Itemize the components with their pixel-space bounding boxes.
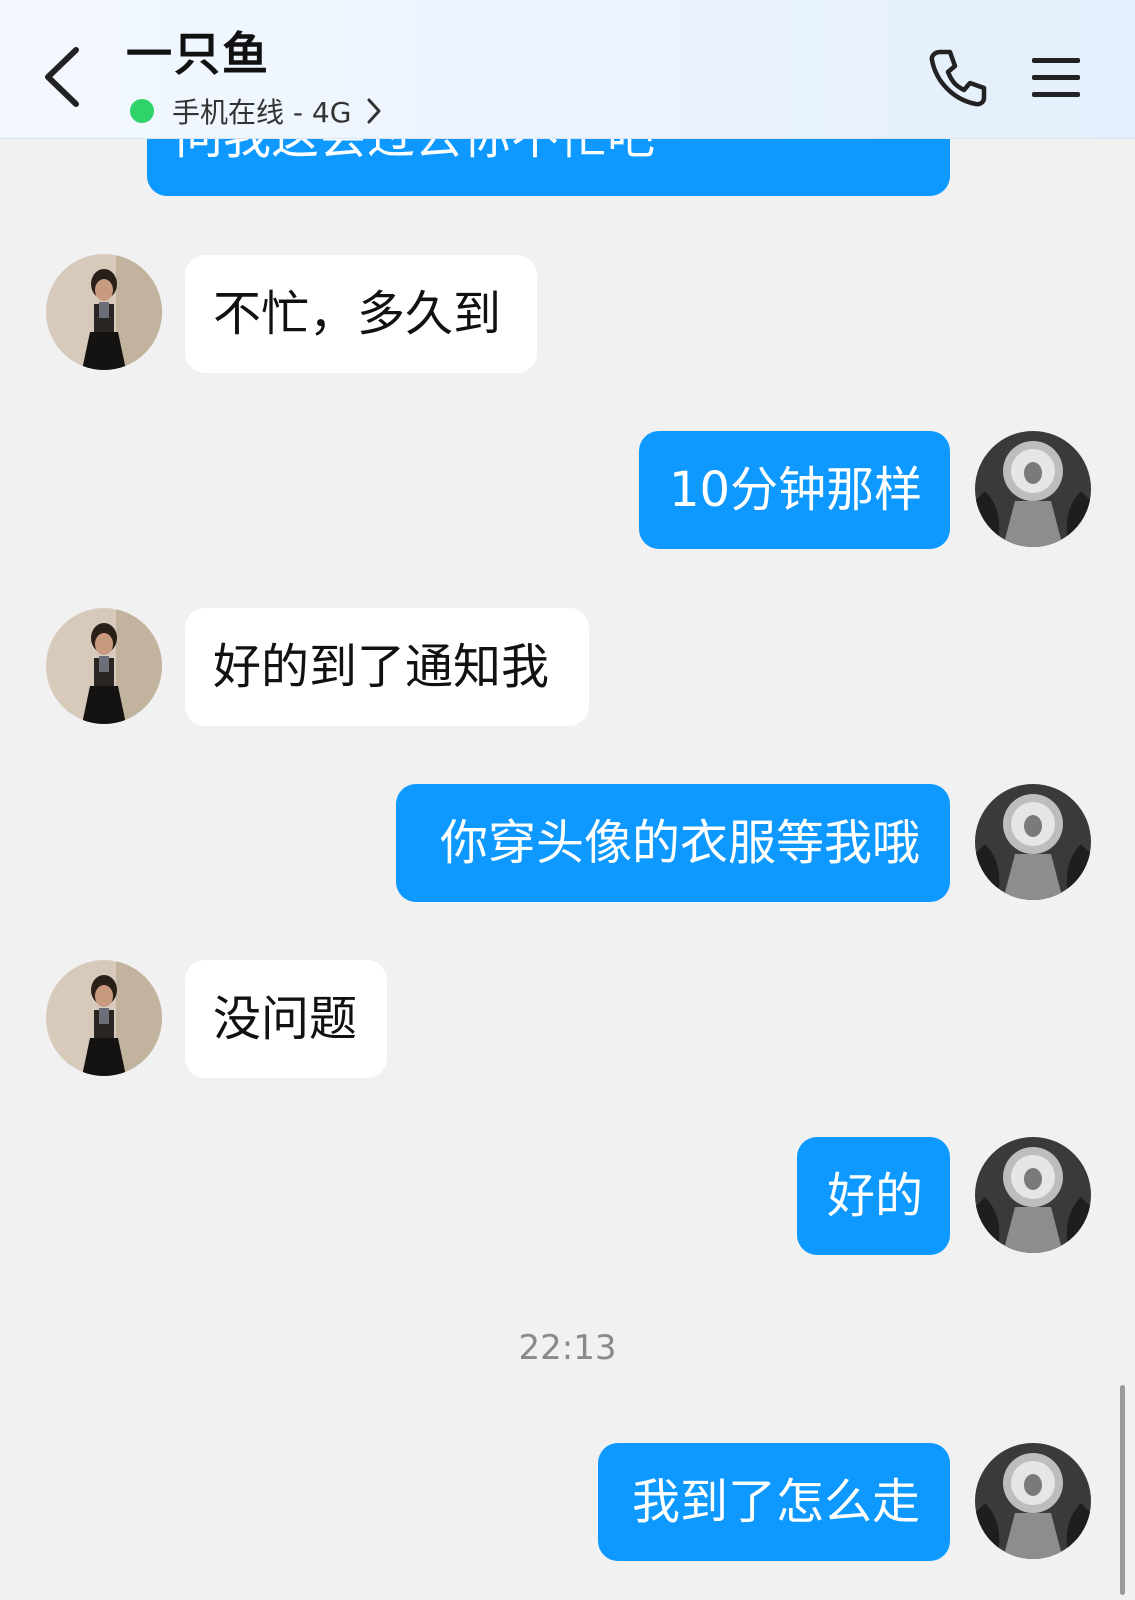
contact-name[interactable]: 一只鱼 [126, 18, 270, 84]
back-chevron-icon[interactable] [38, 44, 88, 110]
incoming-message-bubble[interactable]: 好的到了通知我 [185, 608, 589, 726]
contact-avatar[interactable] [46, 254, 162, 370]
contact-avatar[interactable] [46, 960, 162, 1076]
message-text: 你穿头像的衣服等我哦 [439, 815, 920, 871]
online-dot-icon [130, 99, 154, 123]
outgoing-message-bubble[interactable]: 我到了怎么走 [598, 1443, 950, 1561]
menu-icon[interactable] [1032, 56, 1080, 100]
outgoing-message-bubble[interactable]: 好的 [797, 1137, 950, 1255]
message-text: 好的 [827, 1168, 924, 1224]
online-status[interactable]: 手机在线 - 4G [130, 90, 383, 132]
outgoing-message-bubble[interactable]: 10分钟那样 [639, 431, 950, 549]
message-timestamp: 22:13 [518, 1328, 617, 1368]
message-text: 我到了怎么走 [631, 1474, 920, 1530]
scrollbar[interactable] [1120, 1385, 1125, 1595]
incoming-message-bubble[interactable]: 不忙，多久到 [185, 255, 537, 373]
incoming-message-bubble[interactable]: 没问题 [185, 960, 387, 1078]
chat-area[interactable]: 问我这会过去你不忙吧 不忙，多久到 10分钟那样 好的到了通知我 你穿头像的衣服… [0, 0, 1135, 1600]
message-text: 不忙，多久到 [213, 286, 502, 342]
chevron-right-icon [367, 98, 381, 124]
my-avatar[interactable] [975, 784, 1091, 900]
my-avatar[interactable] [975, 431, 1091, 547]
my-avatar[interactable] [975, 1137, 1091, 1253]
status-text: 手机在线 - 4G [172, 96, 352, 129]
phone-icon[interactable] [926, 46, 990, 110]
chat-header: 一只鱼 手机在线 - 4G [0, 0, 1135, 139]
message-text: 10分钟那样 [669, 462, 923, 518]
outgoing-message-bubble[interactable]: 你穿头像的衣服等我哦 [396, 784, 950, 902]
contact-avatar[interactable] [46, 608, 162, 724]
message-text: 没问题 [213, 991, 358, 1047]
my-avatar[interactable] [975, 1443, 1091, 1559]
message-text: 好的到了通知我 [213, 639, 550, 695]
